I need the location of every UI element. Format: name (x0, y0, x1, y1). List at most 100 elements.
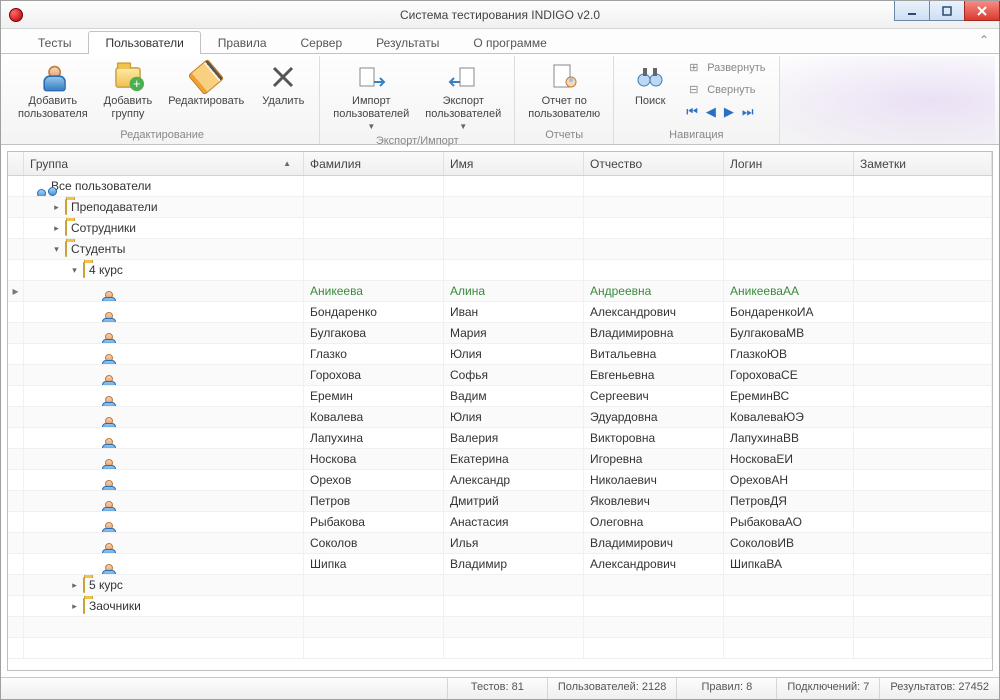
search-button[interactable]: Поиск (620, 58, 680, 111)
col-surname[interactable]: Фамилия (304, 152, 444, 175)
folder-add-icon (112, 61, 144, 93)
tree-cell[interactable]: ▸ Заочники (24, 596, 304, 616)
student-row[interactable]: НосковаЕкатеринаИгоревнаНосковаЕИ (8, 449, 992, 470)
empty-cell (304, 617, 444, 637)
empty-row[interactable] (8, 638, 992, 659)
table-row[interactable]: ▾Студенты (8, 239, 992, 260)
delete-button[interactable]: Удалить (253, 58, 313, 111)
user-report-button[interactable]: Отчет по пользователю (521, 58, 607, 124)
status-users: Пользователей: 2128 (547, 678, 677, 699)
student-row[interactable]: ЕреминВадимСергеевичЕреминВС (8, 386, 992, 407)
tree-cell[interactable]: ▾Студенты (24, 239, 304, 259)
row-indicator: ▸ (8, 281, 24, 301)
tree-cell[interactable]: ▾4 курс (24, 260, 304, 280)
tree-root[interactable]: Все пользователи (8, 176, 992, 197)
tree-cell[interactable] (24, 386, 304, 406)
grid-body[interactable]: Все пользователи▸Преподаватели▸Сотрудник… (8, 176, 992, 670)
tree-cell[interactable]: ▸5 курс (24, 575, 304, 595)
tree-cell[interactable] (24, 491, 304, 511)
add-user-button[interactable]: Добавить пользователя (11, 58, 95, 124)
student-row[interactable]: ПетровДмитрийЯковлевичПетровДЯ (8, 491, 992, 512)
tree-cell[interactable]: ▸Сотрудники (24, 218, 304, 238)
tab-rules[interactable]: Правила (201, 31, 284, 54)
tree-cell[interactable] (24, 638, 304, 658)
table-row[interactable]: ▸Преподаватели (8, 197, 992, 218)
expander-closed-icon[interactable]: ▸ (70, 581, 79, 590)
tree-label: Заочники (89, 599, 141, 613)
expander-closed-icon[interactable]: ▸ (52, 203, 61, 212)
tab-results[interactable]: Результаты (359, 31, 456, 54)
tab-tests[interactable]: Тесты (21, 31, 88, 54)
student-row[interactable]: БулгаковаМарияВладимировнаБулгаковаМВ (8, 323, 992, 344)
student-row[interactable]: ГороховаСофьяЕвгеньевнаГороховаСЕ (8, 365, 992, 386)
cell-name: Вадим (444, 386, 584, 406)
tree-cell[interactable] (24, 407, 304, 427)
student-row[interactable]: ОреховАлександрНиколаевичОреховАН (8, 470, 992, 491)
col-notes[interactable]: Заметки (854, 152, 992, 175)
tree-cell[interactable] (24, 344, 304, 364)
import-button[interactable]: Импорт пользователей ▼ (326, 58, 416, 134)
ribbon-collapse-icon[interactable]: ⌃ (979, 33, 989, 47)
add-group-button[interactable]: Добавить группу (97, 58, 160, 124)
empty-row[interactable] (8, 617, 992, 638)
expand-all-button[interactable]: ⊞ Развернуть (682, 58, 772, 78)
col-login[interactable]: Логин (724, 152, 854, 175)
empty-cell (584, 638, 724, 658)
tree-cell[interactable] (24, 302, 304, 322)
col-patronymic[interactable]: Отчество (584, 152, 724, 175)
maximize-button[interactable] (929, 1, 965, 21)
cell-login: СоколовИВ (724, 533, 854, 553)
collapse-all-button[interactable]: ⊟ Свернуть (682, 80, 772, 100)
tree-cell[interactable]: ▸Преподаватели (24, 197, 304, 217)
nav-prev-icon[interactable]: ◀ (706, 104, 716, 120)
expander-open-icon[interactable]: ▾ (70, 266, 79, 275)
col-name[interactable]: Имя (444, 152, 584, 175)
tree-cell[interactable] (24, 449, 304, 469)
row-indicator (8, 533, 24, 553)
close-button[interactable] (964, 1, 1000, 21)
ribbon: Добавить пользователя Добавить группу Ре… (1, 53, 999, 145)
tree-cell[interactable]: Все пользователи (24, 176, 304, 196)
nav-first-icon[interactable]: ⏮ (686, 104, 698, 120)
minimize-button[interactable] (894, 1, 930, 21)
tree-cell[interactable] (24, 281, 304, 301)
cell-login: АникееваАА (724, 281, 854, 301)
tree-cell[interactable] (24, 323, 304, 343)
folder-icon (83, 262, 85, 278)
expander-closed-icon[interactable]: ▸ (52, 224, 61, 233)
student-row[interactable]: СоколовИльяВладимировичСоколовИВ (8, 533, 992, 554)
tab-about[interactable]: О программе (456, 31, 563, 54)
ribbon-tabs: Тесты Пользователи Правила Сервер Резуль… (1, 29, 999, 53)
export-button[interactable]: Экспорт пользователей ▼ (418, 58, 508, 134)
tree-cell[interactable] (24, 617, 304, 637)
student-row[interactable]: РыбаковаАнастасияОлеговнаРыбаковаАО (8, 512, 992, 533)
tab-server[interactable]: Сервер (284, 31, 360, 54)
nav-next-icon[interactable]: ▶ (724, 104, 734, 120)
student-row[interactable]: ▸АникееваАлинаАндреевнаАникееваАА (8, 281, 992, 302)
table-row[interactable]: ▸Сотрудники (8, 218, 992, 239)
tree-cell[interactable] (24, 428, 304, 448)
student-row[interactable]: ГлазкоЮлияВитальевнаГлазкоЮВ (8, 344, 992, 365)
nav-last-icon[interactable]: ⏭ (742, 104, 754, 120)
row-indicator (8, 596, 24, 616)
col-group[interactable]: Группа (24, 152, 304, 175)
tab-users[interactable]: Пользователи (88, 31, 200, 54)
edit-button[interactable]: Редактировать (161, 58, 251, 111)
tree-cell[interactable] (24, 512, 304, 532)
tree-cell[interactable] (24, 365, 304, 385)
tree-cell[interactable] (24, 554, 304, 574)
tree-cell[interactable] (24, 470, 304, 490)
table-row[interactable]: ▸ Заочники (8, 596, 992, 617)
table-row[interactable]: ▾4 курс (8, 260, 992, 281)
student-row[interactable]: КовалеваЮлияЭдуардовнаКовалеваЮЭ (8, 407, 992, 428)
cell-login: ГлазкоЮВ (724, 344, 854, 364)
cell-name: Владимир (444, 554, 584, 574)
tree-cell[interactable] (24, 533, 304, 553)
empty-cell (304, 218, 444, 238)
expander-open-icon[interactable]: ▾ (52, 245, 61, 254)
student-row[interactable]: БондаренкоИванАлександровичБондаренкоИА (8, 302, 992, 323)
student-row[interactable]: ЛапухинаВалерияВикторовнаЛапухинаВВ (8, 428, 992, 449)
table-row[interactable]: ▸5 курс (8, 575, 992, 596)
student-row[interactable]: ШипкаВладимирАлександровичШипкаВА (8, 554, 992, 575)
expander-closed-icon[interactable]: ▸ (70, 602, 79, 611)
